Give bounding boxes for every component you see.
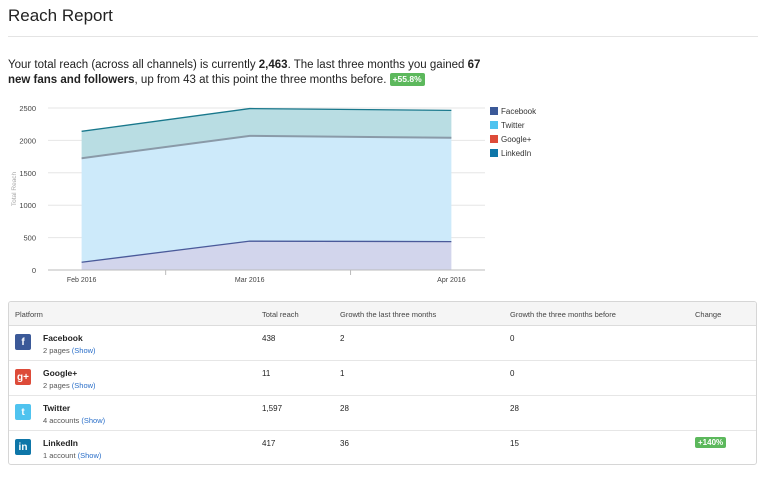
growth-before-value: 0 [510,334,515,343]
show-accounts-link[interactable]: (Show) [72,346,96,355]
show-accounts-link[interactable]: (Show) [78,451,102,460]
platform-accounts-count: 1 account [43,451,78,460]
summary-text-2: . The last three months you gained [287,59,468,71]
y-axis-title: Total Reach [11,171,18,206]
total-reach-value: 417 [262,439,276,448]
legend-item[interactable]: Facebook [490,104,536,118]
platform-accounts: 4 accounts (Show) [43,416,105,425]
header-growth-before: Growth the three months before [510,310,616,319]
y-tick-label: 2500 [19,104,36,113]
total-reach-value: 438 [262,334,276,343]
y-tick-label: 500 [23,234,36,243]
header-change: Change [695,310,722,319]
growth-last-value: 2 [340,334,345,343]
header-total-reach: Total reach [262,310,299,319]
facebook-icon: f [15,334,31,350]
platform-accounts: 2 pages (Show) [43,346,96,355]
platform-accounts: 2 pages (Show) [43,381,96,390]
title-divider [8,36,758,37]
legend-swatch [490,135,498,143]
x-tick-label: Mar 2016 [235,277,265,284]
show-accounts-link[interactable]: (Show) [81,416,105,425]
table-row: g+ Google+ 2 pages (Show) 11 1 0 [9,361,756,396]
x-tick-label: Apr 2016 [437,277,466,284]
legend-swatch [490,107,498,115]
platform-name: LinkedIn [43,438,78,448]
table-row: in LinkedIn 1 account (Show) 417 36 15 +140% [9,431,756,464]
show-accounts-link[interactable]: (Show) [72,381,96,390]
legend-item[interactable]: LinkedIn [490,146,536,160]
table-row: t Twitter 4 accounts (Show) 1,597 28 28 [9,396,756,431]
y-tick-label: 1000 [19,201,36,210]
summary-total-reach: 2,463 [258,59,288,71]
platform-accounts-count: 2 pages [43,346,72,355]
x-tick-label: Feb 2016 [67,277,97,284]
growth-badge: +55.8% [389,73,425,86]
growth-before-value: 0 [510,369,515,378]
table-header: Platform Total reach Growth the last thr… [9,302,756,326]
total-reach-value: 11 [262,369,271,378]
legend-swatch [490,121,498,129]
platform-name: Google+ [43,368,78,378]
growth-last-value: 1 [340,369,345,378]
chart-legend: Facebook Twitter Google+ LinkedIn [490,104,536,160]
linkedin-icon: in [15,439,31,455]
platform-accounts-count: 2 pages [43,381,72,390]
growth-last-value: 36 [340,439,349,448]
googleplus-icon: g+ [15,369,31,385]
table-row: f Facebook 2 pages (Show) 438 2 0 [9,326,756,361]
summary-text-3: , up from 43 at this point the three mon… [134,74,390,86]
legend-item[interactable]: Twitter [490,118,536,132]
change-badge: +140% [695,437,727,448]
summary-text-1: Your total reach (across all channels) i… [8,59,259,71]
page-title: Reach Report [8,6,113,25]
header-platform: Platform [15,310,43,319]
legend-label: Facebook [501,106,537,116]
growth-before-value: 28 [510,404,519,413]
legend-label: Twitter [501,120,525,130]
y-tick-label: 1500 [19,169,36,178]
platform-accounts-count: 4 accounts [43,416,82,425]
platform-name: Twitter [43,403,71,413]
header-growth-last: Growth the last three months [340,310,437,319]
platform-accounts: 1 account (Show) [43,451,101,460]
twitter-icon: t [15,404,31,420]
legend-swatch [490,149,498,157]
legend-label: LinkedIn [501,148,532,158]
legend-item[interactable]: Google+ [490,132,536,146]
table-body: f Facebook 2 pages (Show) 438 2 0 g+ Google+ 2 p… [9,326,756,464]
reach-chart: 0 500 1000 1500 2000 2500 Total Reach Feb 2016 M… [11,104,485,284]
reach-summary: Your total reach (across all channels) i… [8,58,488,88]
y-tick-label: 0 [32,266,36,275]
y-tick-label: 2000 [19,136,36,145]
growth-last-value: 28 [340,404,349,413]
total-reach-value: 1,597 [262,404,283,413]
platform-table: Platform Total reach Growth the last thr… [8,301,757,465]
legend-label: Google+ [501,134,532,144]
platform-name: Facebook [43,333,83,343]
growth-before-value: 15 [510,439,519,448]
